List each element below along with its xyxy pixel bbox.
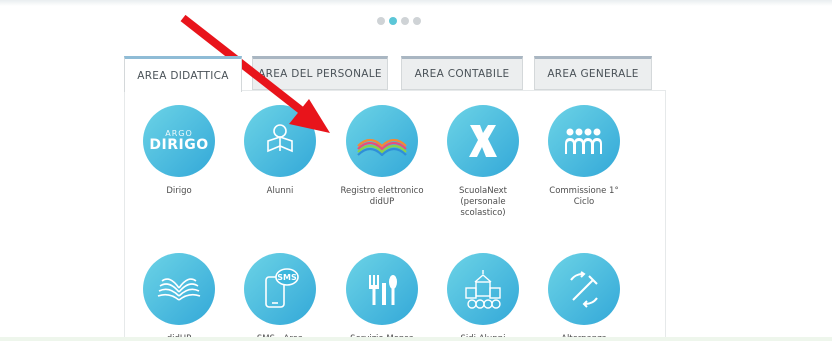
logo-top-text: ARGO bbox=[165, 129, 193, 138]
app-tile-didup[interactable]: didUP bbox=[134, 253, 224, 345]
tab-area-generale[interactable]: AREA GENERALE bbox=[534, 56, 652, 90]
tab-area-didattica[interactable]: AREA DIDATTICA bbox=[124, 56, 242, 92]
people-group-icon bbox=[548, 105, 620, 177]
tools-cycle-icon bbox=[548, 253, 620, 325]
app-tile-alunni[interactable]: Alunni bbox=[235, 105, 325, 197]
app-tile-sidi-alunni[interactable]: Sidi Alunni bbox=[438, 253, 528, 345]
carousel-dot[interactable] bbox=[377, 17, 385, 25]
app-tile-alternanza[interactable]: Alternanza bbox=[539, 253, 629, 345]
app-label: Alunni bbox=[266, 186, 294, 196]
sms-badge-text: SMS bbox=[277, 273, 297, 282]
open-book-icon bbox=[143, 253, 215, 325]
argo-dirigo-logo-icon: ARGO DIRIGO bbox=[143, 105, 215, 177]
app-tile-scuolanext[interactable]: ScuolaNext (personale scolastico) bbox=[438, 105, 528, 219]
sms-phone-icon: SMS bbox=[244, 253, 316, 325]
carousel-dot-active[interactable] bbox=[389, 17, 397, 25]
student-reading-icon bbox=[244, 105, 316, 177]
carousel-dots bbox=[377, 17, 421, 25]
rainbow-waves-icon bbox=[346, 105, 418, 177]
app-label: Commissione 1° Ciclo bbox=[549, 186, 619, 207]
cutlery-icon bbox=[346, 253, 418, 325]
x-logo-icon bbox=[447, 105, 519, 177]
tab-area-contabile[interactable]: AREA CONTABILE bbox=[401, 56, 523, 90]
app-label: Dirigo bbox=[166, 186, 192, 196]
app-tile-registro-elettronico[interactable]: Registro elettronico didUP bbox=[337, 105, 427, 208]
app-label: Registro elettronico didUP bbox=[340, 186, 424, 207]
tab-area-del-personale[interactable]: AREA DEL PERSONALE bbox=[252, 56, 388, 90]
school-building-icon bbox=[447, 253, 519, 325]
app-tile-dirigo[interactable]: ARGO DIRIGO Dirigo bbox=[134, 105, 224, 197]
area-tabs: AREA DIDATTICA AREA DEL PERSONALE AREA C… bbox=[124, 56, 652, 92]
app-tile-commissione[interactable]: Commissione 1° Ciclo bbox=[539, 105, 629, 208]
carousel-dot[interactable] bbox=[413, 17, 421, 25]
logo-main-text: DIRIGO bbox=[149, 137, 209, 153]
top-bar bbox=[0, 0, 832, 6]
app-tile-sms[interactable]: SMS SMS - Area bbox=[235, 253, 325, 345]
apps-panel: ARGO DIRIGO Dirigo Alunni Registro elett… bbox=[124, 90, 666, 344]
app-label: ScuolaNext (personale scolastico) bbox=[458, 186, 508, 218]
carousel-dot[interactable] bbox=[401, 17, 409, 25]
footer-bar bbox=[0, 337, 832, 341]
app-tile-servizio-mensa[interactable]: Servizio Mensa bbox=[337, 253, 427, 345]
